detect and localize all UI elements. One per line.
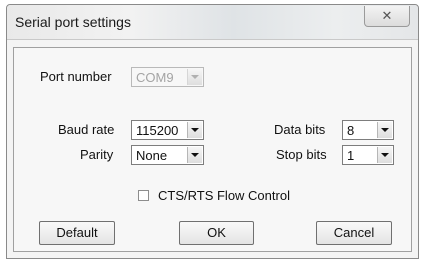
title-bar[interactable]: Serial port settings ✕ [7,5,418,40]
data-bits-label: Data bits [274,122,326,137]
baud-rate-value: 115200 [136,123,179,138]
flow-control-label[interactable]: CTS/RTS Flow Control [158,188,290,203]
default-button[interactable]: Default [39,221,115,245]
port-number-label: Port number [40,69,112,84]
close-button[interactable]: ✕ [364,6,410,27]
chevron-down-icon [187,69,202,85]
baud-rate-label: Baud rate [58,122,115,137]
parity-label: Parity [80,147,114,162]
cancel-button[interactable]: Cancel [316,221,392,245]
dialog-title: Serial port settings [15,14,131,30]
stop-bits-select[interactable]: 1 [342,145,394,165]
parity-select[interactable]: None [131,145,204,165]
data-bits-select[interactable]: 8 [342,120,394,140]
chevron-down-icon[interactable] [187,147,202,163]
chevron-down-icon[interactable] [377,147,392,163]
stop-bits-value: 1 [347,148,355,163]
port-number-value: COM9 [136,70,174,85]
ok-button[interactable]: OK [179,221,254,245]
data-bits-value: 8 [347,123,355,138]
serial-port-settings-dialog: Serial port settings ✕ Port number COM9 … [6,4,419,259]
stop-bits-label: Stop bits [276,147,327,162]
chevron-down-icon[interactable] [187,122,202,138]
parity-value: None [136,148,168,163]
port-number-select: COM9 [131,67,204,87]
flow-control-checkbox[interactable] [138,190,149,201]
settings-panel: Port number COM9 Baud rate 115200 Parity… [13,47,412,252]
chevron-down-icon[interactable] [377,122,392,138]
baud-rate-select[interactable]: 115200 [131,120,204,140]
close-icon: ✕ [381,8,393,23]
